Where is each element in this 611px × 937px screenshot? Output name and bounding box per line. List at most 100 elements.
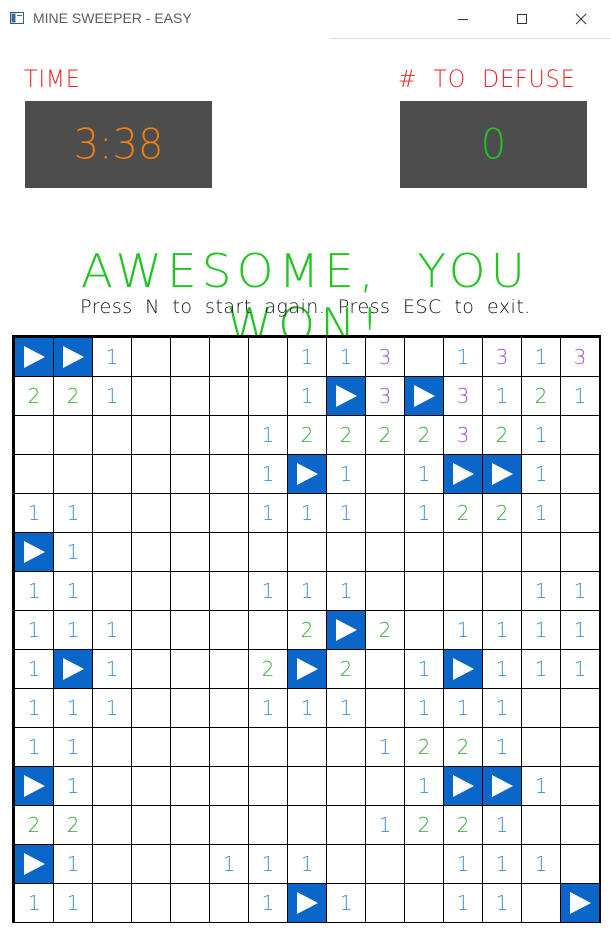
empty-cell[interactable] bbox=[210, 533, 248, 571]
flagged-cell[interactable] bbox=[288, 884, 326, 922]
empty-cell[interactable] bbox=[288, 728, 326, 766]
empty-cell[interactable] bbox=[561, 806, 599, 844]
empty-cell[interactable] bbox=[171, 845, 209, 883]
empty-cell[interactable] bbox=[405, 533, 443, 571]
number-cell[interactable]: 3 bbox=[444, 416, 482, 454]
empty-cell[interactable] bbox=[249, 767, 287, 805]
number-cell[interactable]: 1 bbox=[483, 728, 521, 766]
flagged-cell[interactable] bbox=[15, 533, 53, 571]
empty-cell[interactable] bbox=[483, 572, 521, 610]
flagged-cell[interactable] bbox=[327, 377, 365, 415]
number-cell[interactable]: 1 bbox=[327, 884, 365, 922]
flagged-cell[interactable] bbox=[15, 338, 53, 376]
empty-cell[interactable] bbox=[210, 611, 248, 649]
number-cell[interactable]: 1 bbox=[444, 845, 482, 883]
number-cell[interactable]: 2 bbox=[366, 611, 404, 649]
number-cell[interactable]: 1 bbox=[249, 845, 287, 883]
empty-cell[interactable] bbox=[132, 494, 170, 532]
number-cell[interactable]: 3 bbox=[444, 377, 482, 415]
empty-cell[interactable] bbox=[132, 650, 170, 688]
number-cell[interactable]: 1 bbox=[15, 611, 53, 649]
number-cell[interactable]: 1 bbox=[93, 650, 131, 688]
empty-cell[interactable] bbox=[561, 494, 599, 532]
empty-cell[interactable] bbox=[171, 377, 209, 415]
number-cell[interactable]: 1 bbox=[483, 377, 521, 415]
empty-cell[interactable] bbox=[522, 884, 560, 922]
number-cell[interactable]: 1 bbox=[288, 494, 326, 532]
flagged-cell[interactable] bbox=[444, 650, 482, 688]
number-cell[interactable]: 1 bbox=[483, 884, 521, 922]
number-cell[interactable]: 1 bbox=[561, 572, 599, 610]
empty-cell[interactable] bbox=[132, 767, 170, 805]
empty-cell[interactable] bbox=[327, 767, 365, 805]
close-button[interactable] bbox=[552, 0, 610, 38]
empty-cell[interactable] bbox=[171, 338, 209, 376]
number-cell[interactable]: 1 bbox=[327, 572, 365, 610]
number-cell[interactable]: 3 bbox=[483, 338, 521, 376]
empty-cell[interactable] bbox=[327, 845, 365, 883]
number-cell[interactable]: 1 bbox=[249, 494, 287, 532]
number-cell[interactable]: 1 bbox=[288, 377, 326, 415]
number-cell[interactable]: 1 bbox=[54, 494, 92, 532]
number-cell[interactable]: 1 bbox=[93, 611, 131, 649]
empty-cell[interactable] bbox=[132, 416, 170, 454]
number-cell[interactable]: 2 bbox=[483, 416, 521, 454]
number-cell[interactable]: 1 bbox=[93, 377, 131, 415]
number-cell[interactable]: 2 bbox=[327, 650, 365, 688]
empty-cell[interactable] bbox=[561, 455, 599, 493]
empty-cell[interactable] bbox=[210, 728, 248, 766]
empty-cell[interactable] bbox=[561, 533, 599, 571]
number-cell[interactable]: 2 bbox=[327, 416, 365, 454]
empty-cell[interactable] bbox=[132, 728, 170, 766]
empty-cell[interactable] bbox=[171, 533, 209, 571]
number-cell[interactable]: 2 bbox=[249, 650, 287, 688]
flagged-cell[interactable] bbox=[327, 611, 365, 649]
number-cell[interactable]: 2 bbox=[444, 728, 482, 766]
empty-cell[interactable] bbox=[366, 767, 404, 805]
empty-cell[interactable] bbox=[444, 572, 482, 610]
number-cell[interactable]: 1 bbox=[249, 572, 287, 610]
empty-cell[interactable] bbox=[561, 416, 599, 454]
empty-cell[interactable] bbox=[249, 377, 287, 415]
empty-cell[interactable] bbox=[249, 338, 287, 376]
maximize-button[interactable] bbox=[493, 0, 551, 38]
empty-cell[interactable] bbox=[249, 533, 287, 571]
number-cell[interactable]: 1 bbox=[522, 416, 560, 454]
number-cell[interactable]: 1 bbox=[15, 494, 53, 532]
empty-cell[interactable] bbox=[405, 338, 443, 376]
empty-cell[interactable] bbox=[210, 689, 248, 727]
empty-cell[interactable] bbox=[132, 338, 170, 376]
empty-cell[interactable] bbox=[210, 338, 248, 376]
empty-cell[interactable] bbox=[249, 728, 287, 766]
flagged-cell[interactable] bbox=[444, 455, 482, 493]
empty-cell[interactable] bbox=[522, 728, 560, 766]
empty-cell[interactable] bbox=[171, 455, 209, 493]
empty-cell[interactable] bbox=[54, 455, 92, 493]
empty-cell[interactable] bbox=[249, 611, 287, 649]
empty-cell[interactable] bbox=[522, 533, 560, 571]
empty-cell[interactable] bbox=[327, 806, 365, 844]
empty-cell[interactable] bbox=[366, 650, 404, 688]
number-cell[interactable]: 2 bbox=[405, 416, 443, 454]
number-cell[interactable]: 3 bbox=[561, 338, 599, 376]
number-cell[interactable]: 1 bbox=[15, 728, 53, 766]
number-cell[interactable]: 1 bbox=[561, 611, 599, 649]
number-cell[interactable]: 1 bbox=[561, 650, 599, 688]
number-cell[interactable]: 1 bbox=[288, 338, 326, 376]
flagged-cell[interactable] bbox=[54, 338, 92, 376]
number-cell[interactable]: 1 bbox=[327, 689, 365, 727]
empty-cell[interactable] bbox=[210, 767, 248, 805]
empty-cell[interactable] bbox=[93, 767, 131, 805]
empty-cell[interactable] bbox=[132, 689, 170, 727]
empty-cell[interactable] bbox=[132, 572, 170, 610]
flagged-cell[interactable] bbox=[405, 377, 443, 415]
empty-cell[interactable] bbox=[171, 806, 209, 844]
empty-cell[interactable] bbox=[93, 494, 131, 532]
flagged-cell[interactable] bbox=[483, 767, 521, 805]
empty-cell[interactable] bbox=[444, 533, 482, 571]
empty-cell[interactable] bbox=[171, 611, 209, 649]
number-cell[interactable]: 1 bbox=[327, 455, 365, 493]
empty-cell[interactable] bbox=[171, 767, 209, 805]
number-cell[interactable]: 1 bbox=[483, 689, 521, 727]
number-cell[interactable]: 1 bbox=[366, 728, 404, 766]
